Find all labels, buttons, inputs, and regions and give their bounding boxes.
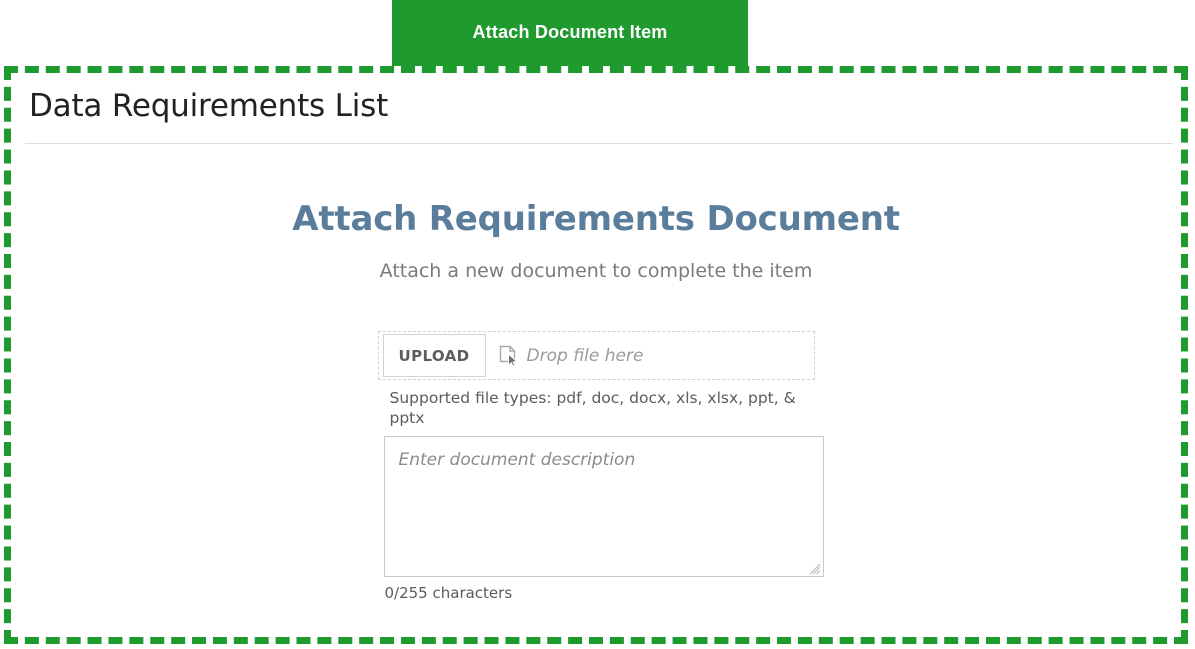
character-counter: 0/255 characters bbox=[384, 584, 513, 602]
upload-button[interactable]: UPLOAD bbox=[382, 334, 486, 377]
tab-strip: Attach Document Item bbox=[0, 0, 1195, 71]
document-drop-cursor-icon bbox=[499, 345, 519, 367]
form-heading: Attach Requirements Document bbox=[292, 199, 900, 239]
file-dropzone[interactable]: UPLOAD Drop file here bbox=[377, 331, 815, 380]
attach-document-form: Attach Requirements Document Attach a ne… bbox=[11, 144, 1181, 602]
page-title: Data Requirements List bbox=[29, 88, 389, 124]
upload-area: UPLOAD Drop file here Supported file typ… bbox=[377, 331, 824, 602]
dropzone-placeholder: Drop file here bbox=[526, 345, 644, 366]
upload-button-label: UPLOAD bbox=[398, 346, 470, 365]
tab-label: Attach Document Item bbox=[472, 22, 668, 42]
data-requirements-panel: Data Requirements List Attach Requiremen… bbox=[11, 73, 1181, 637]
tab-attach-document-item[interactable]: Attach Document Item bbox=[392, 0, 748, 71]
document-description-input[interactable] bbox=[383, 436, 824, 577]
supported-file-types-text: Supported file types: pdf, doc, docx, xl… bbox=[389, 389, 796, 427]
panel-header: Data Requirements List bbox=[11, 73, 1181, 135]
form-subheading: Attach a new document to complete the it… bbox=[379, 260, 813, 282]
description-field-wrapper bbox=[383, 436, 824, 577]
